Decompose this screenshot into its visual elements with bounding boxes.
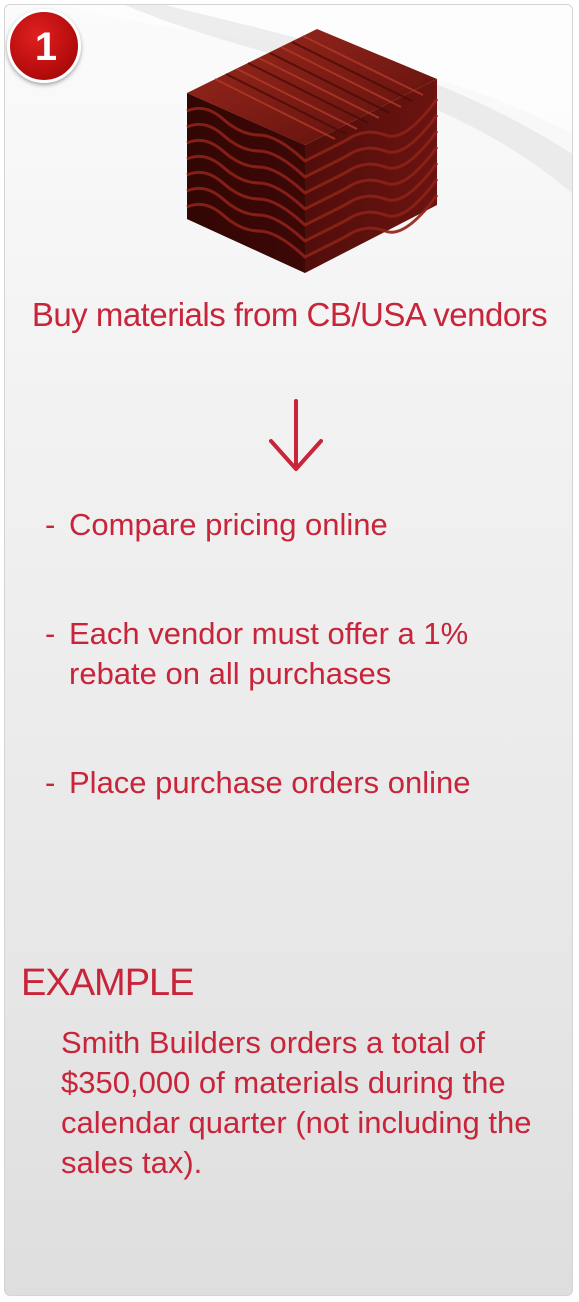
bullet-dash: - bbox=[45, 507, 56, 542]
headline: Buy materials from CB/USA vendors bbox=[31, 296, 548, 333]
list-item-text: Place purchase orders online bbox=[69, 765, 471, 800]
feature-list: - Compare pricing online - Each vendor m… bbox=[45, 505, 555, 872]
step-number-badge: 1 bbox=[7, 9, 81, 83]
list-item-text: Each vendor must offer a 1% rebate on al… bbox=[69, 616, 469, 691]
example-body: Smith Builders orders a total of $350,00… bbox=[61, 1025, 532, 1180]
list-item: - Place purchase orders online bbox=[45, 763, 555, 803]
step-number: 1 bbox=[34, 25, 58, 69]
example-heading: EXAMPLE bbox=[21, 962, 195, 1004]
bullet-dash: - bbox=[45, 616, 56, 651]
list-item: - Each vendor must offer a 1% rebate on … bbox=[45, 614, 555, 694]
down-arrow-icon bbox=[269, 399, 323, 471]
list-item-text: Compare pricing online bbox=[69, 507, 388, 542]
step-card: 1 Buy materials from CB/USA vendors - Co… bbox=[4, 4, 573, 1296]
list-item: - Compare pricing online bbox=[45, 505, 555, 545]
corrugated-roofing-stack-icon bbox=[186, 29, 439, 273]
bullet-dash: - bbox=[45, 765, 56, 800]
